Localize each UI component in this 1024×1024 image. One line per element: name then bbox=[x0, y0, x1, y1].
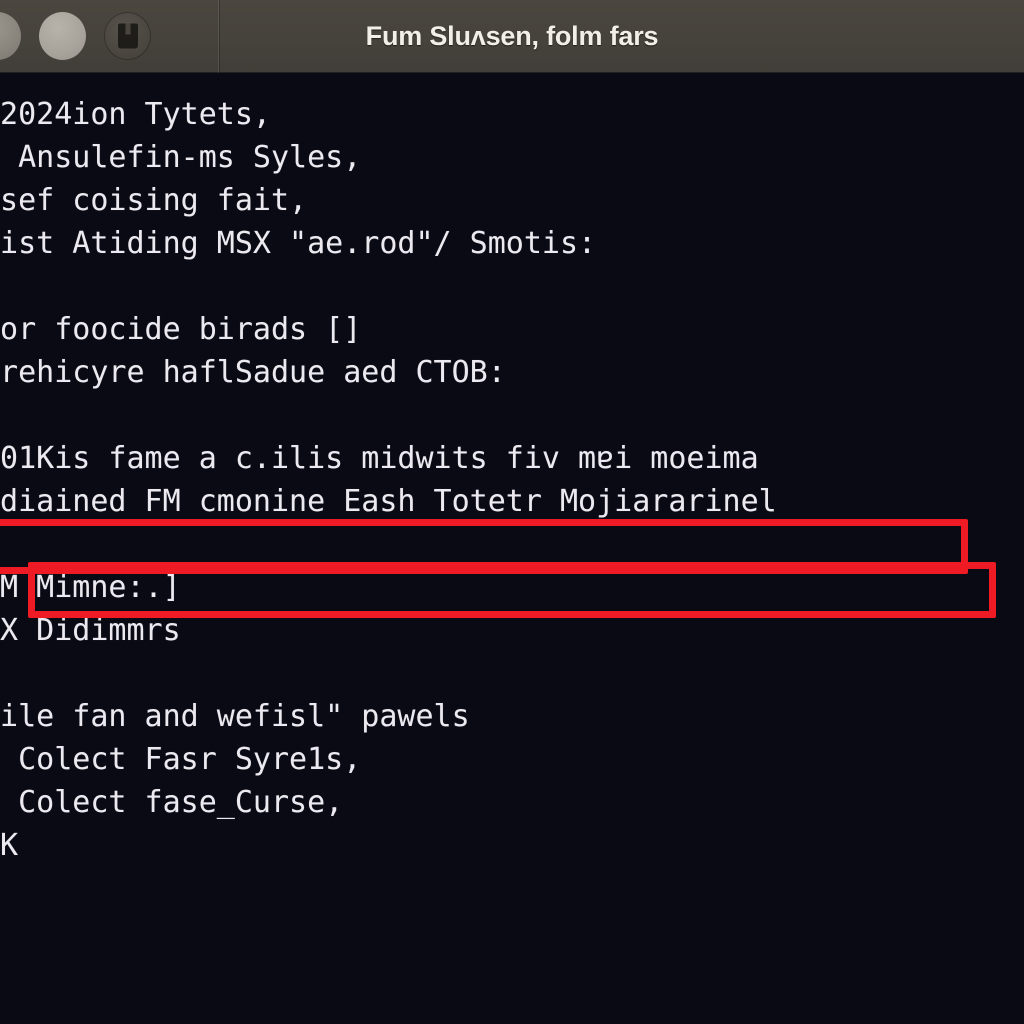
terminal-output-pane[interactable]: 22024ion Tytets, e Ansulefin-ms Syles, M… bbox=[0, 73, 1024, 1024]
terminal-line: jist Atiding MSX "ae.rod"/ Smotis: bbox=[0, 226, 597, 261]
terminal-line: arehicyre haflSadue aed CTOB: bbox=[0, 355, 506, 390]
terminal-line: Msef coising fait, bbox=[0, 183, 308, 218]
terminal-window: Fum Sluʌsen, folm fars 22024ion Tytets, … bbox=[0, 0, 1024, 1024]
window-titlebar: Fum Sluʌsen, folm fars bbox=[0, 0, 1024, 73]
terminal-line-list: 22024ion Tytets, e Ansulefin-ms Syles, M… bbox=[0, 93, 1024, 867]
terminal-line: n Colect fase_Curse, bbox=[0, 785, 344, 820]
terminal-line: eM Mimne:.] bbox=[0, 570, 181, 605]
terminal-line-highlighted: 201Kis fame a c.ilis midwits fiv mɐi moe… bbox=[0, 441, 759, 476]
terminal-line: .K bbox=[0, 828, 19, 863]
terminal-line: 22024ion Tytets, bbox=[0, 97, 271, 132]
terminal-line: ıor foocide birads [] bbox=[0, 312, 362, 347]
window-title: Fum Sluʌsen, folm fars bbox=[365, 21, 659, 51]
terminal-line-highlighted: ndiained FM cmonine Eash Totetr Mojiarar… bbox=[0, 484, 777, 519]
terminal-line: jile fan and wefisl" pawels bbox=[0, 699, 470, 734]
terminal-line: e Ansulefin-ms Syles, bbox=[0, 140, 362, 175]
terminal-line: n Colect Fasr Syre1s, bbox=[0, 742, 362, 777]
terminal-line: SX Didimmrs bbox=[0, 613, 181, 648]
